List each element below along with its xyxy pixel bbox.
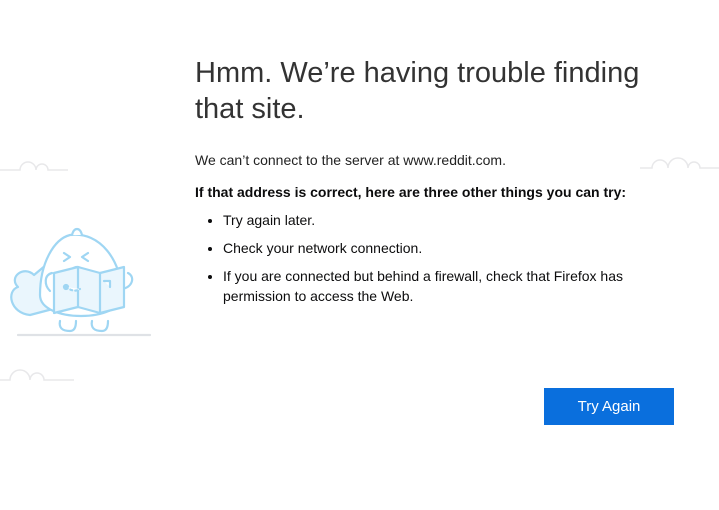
error-description: We can’t connect to the server at www.re… [195, 152, 675, 168]
suggestion-list: Try again later. Check your network conn… [195, 210, 675, 307]
list-item: If you are connected but behind a firewa… [223, 266, 675, 307]
list-item: Try again later. [223, 210, 675, 230]
button-row: Try Again [544, 388, 674, 425]
page-title: Hmm. We’re having trouble finding that s… [195, 55, 675, 128]
list-item: Check your network connection. [223, 238, 675, 258]
instructions-heading: If that address is correct, here are thr… [195, 184, 675, 200]
error-content: Hmm. We’re having trouble finding that s… [195, 55, 675, 315]
lost-creature-illustration [0, 195, 180, 365]
try-again-button[interactable]: Try Again [544, 388, 674, 425]
